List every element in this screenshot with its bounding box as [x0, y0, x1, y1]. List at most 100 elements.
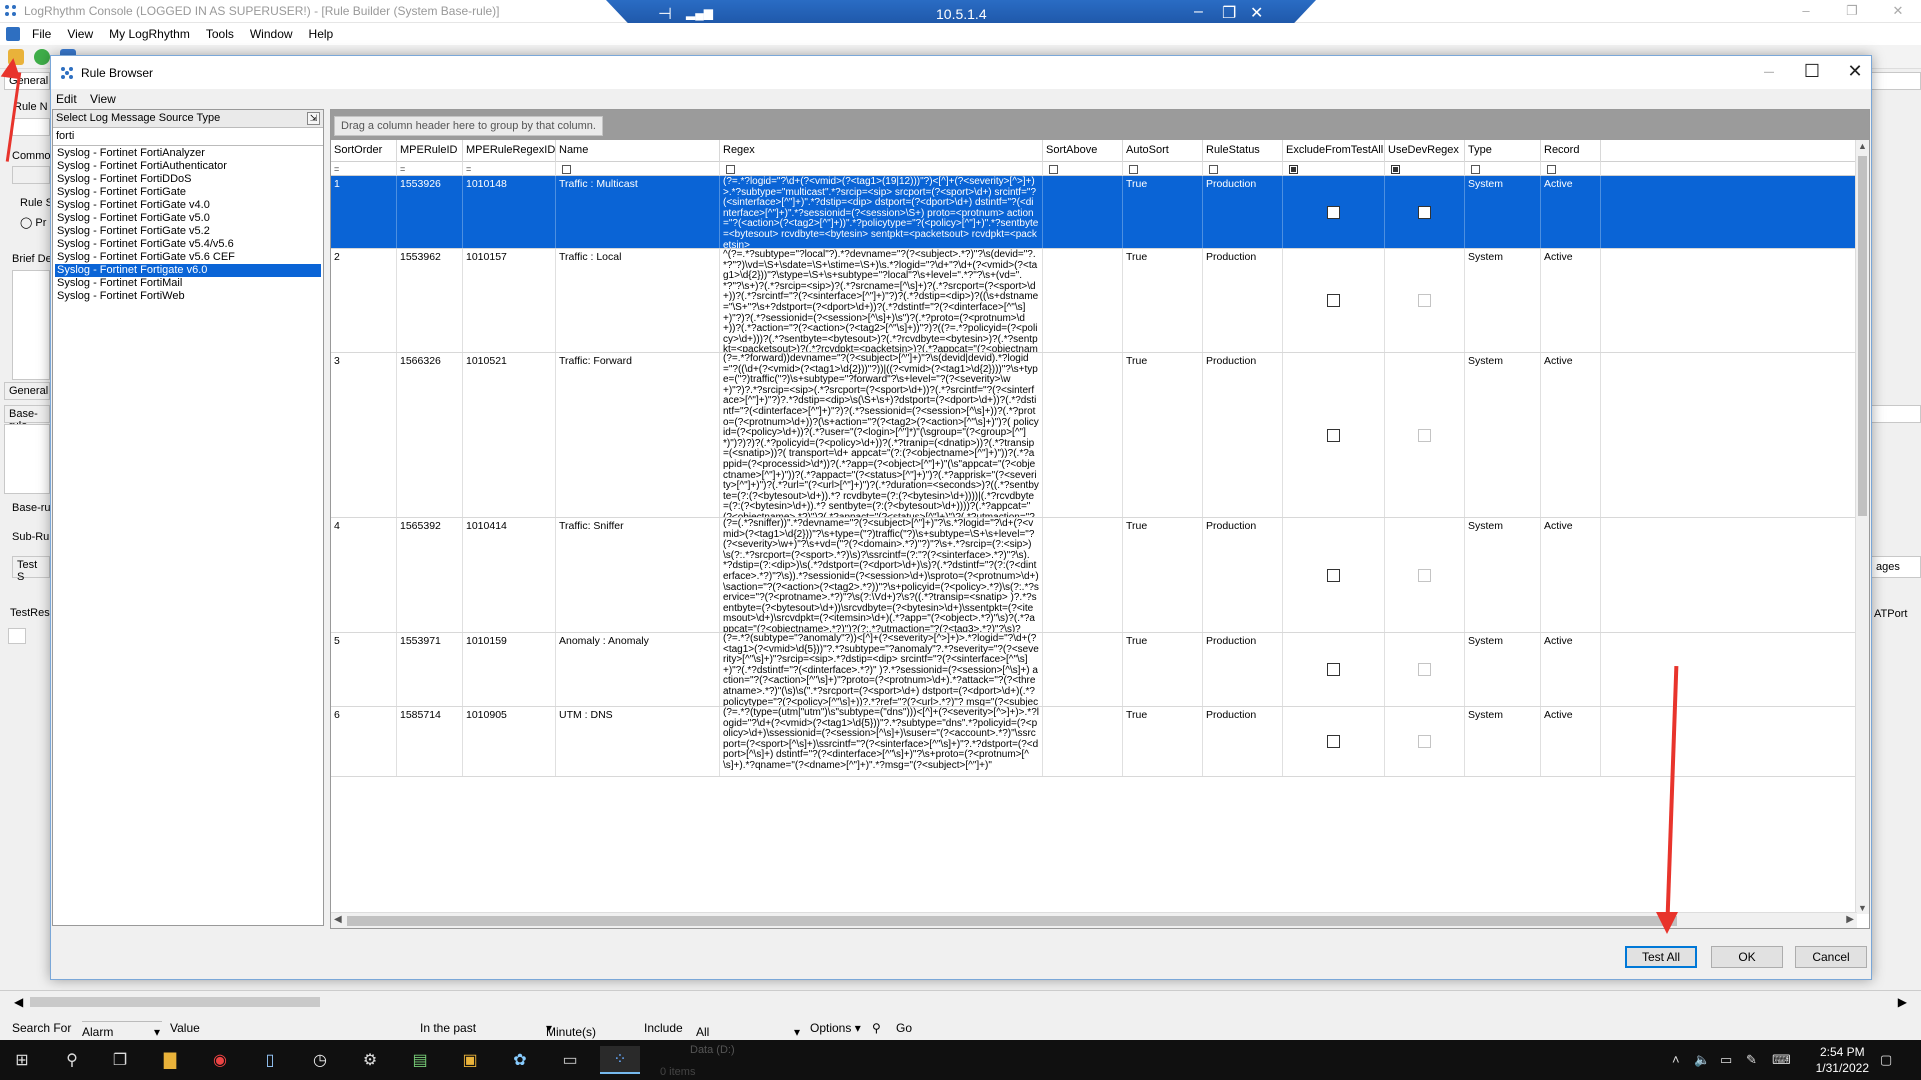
rdp-minimize-button[interactable]: – [1194, 3, 1203, 21]
cell-type[interactable]: System [1465, 633, 1541, 706]
cell-mperuleregexid[interactable]: 1010521 [463, 353, 556, 517]
column-header-mperuleid[interactable]: MPERuleID [397, 140, 463, 162]
use-dev-regex-checkbox[interactable] [1418, 205, 1431, 219]
cell-sortabove[interactable] [1043, 633, 1123, 706]
pen-icon[interactable]: ✎ [1746, 1052, 1757, 1068]
exclude-from-test-all-checkbox[interactable] [1327, 663, 1340, 676]
panel-pin-icon[interactable]: ⇲ [307, 112, 320, 125]
use-dev-regex-checkbox[interactable] [1418, 568, 1431, 582]
filter-checkbox[interactable] [562, 165, 571, 175]
cell-regex[interactable]: (?=.*?forward))devname="?(?<subject>[^"]… [720, 353, 1043, 517]
cell-mperuleid[interactable]: 1553926 [397, 176, 463, 248]
cell-excludefromtestall[interactable] [1283, 518, 1385, 632]
vertical-scroll-thumb[interactable] [1858, 156, 1867, 516]
app-icon-10[interactable]: ▭ [550, 1046, 590, 1074]
exclude-from-test-all-checkbox[interactable] [1327, 568, 1340, 582]
cell-excludefromtestall[interactable] [1283, 353, 1385, 517]
rule-row[interactable]: 1 1553926 1010148 Traffic : Multicast (?=.*?… [331, 176, 1855, 249]
filter-cell-regex[interactable] [720, 162, 1043, 176]
app-menu-icon[interactable] [6, 27, 20, 41]
cell-record[interactable]: Active [1541, 633, 1601, 706]
rule-row[interactable]: 4 1565392 1010414 Traffic: Sniffer (?=(.*?sn… [331, 518, 1855, 633]
cell-usedevregex[interactable] [1385, 518, 1465, 632]
cell-type[interactable]: System [1465, 518, 1541, 632]
taskbar-clock[interactable]: 2:54 PM 1/31/2022 [1816, 1044, 1869, 1076]
filter-cell-name[interactable] [556, 162, 720, 176]
cell-mperuleid[interactable]: 1553971 [397, 633, 463, 706]
status-scroll-left-icon[interactable]: ◀ [14, 995, 23, 1009]
cell-regex[interactable]: (?=.*?(type=(utm|"utm")\s"subtype=("dns"… [720, 707, 1043, 776]
cell-mperuleregexid[interactable]: 1010414 [463, 518, 556, 632]
test-s-button[interactable]: Test S [12, 556, 50, 583]
menu-window[interactable]: Window [242, 27, 301, 41]
chrome-icon[interactable]: ◉ [200, 1046, 240, 1074]
cell-name[interactable]: Traffic : Local [556, 249, 720, 352]
filter-checkbox[interactable] [726, 165, 735, 175]
source-type-item[interactable]: Syslog - Fortinet FortiAnalyzer [55, 147, 321, 160]
source-type-item[interactable]: Syslog - Fortinet FortiGate v4.0 [55, 199, 321, 212]
cell-name[interactable]: Anomaly : Anomaly [556, 633, 720, 706]
filter-checkbox[interactable] [1209, 165, 1218, 175]
rule-row[interactable]: 6 1585714 1010905 UTM : DNS (?=.*?(type=(utm… [331, 707, 1855, 777]
source-type-item[interactable]: Syslog - Fortinet FortiAuthenticator [55, 160, 321, 173]
cell-mperuleregexid[interactable]: 1010159 [463, 633, 556, 706]
cell-mperuleregexid[interactable]: 1010148 [463, 176, 556, 248]
cell-usedevregex[interactable] [1385, 353, 1465, 517]
filter-cell-usedevregex[interactable] [1385, 162, 1465, 176]
filter-checkbox[interactable] [1129, 165, 1138, 175]
cell-usedevregex[interactable] [1385, 249, 1465, 352]
cell-sortabove[interactable] [1043, 176, 1123, 248]
task-view-icon[interactable]: ❐ [100, 1046, 140, 1074]
source-type-item[interactable]: Syslog - Fortinet FortiDDoS [55, 173, 321, 186]
cell-usedevregex[interactable] [1385, 176, 1465, 248]
cell-sortorder[interactable]: 2 [331, 249, 397, 352]
menu-my-logrhythm[interactable]: My LogRhythm [101, 27, 198, 41]
cell-rulestatus[interactable]: Production [1203, 176, 1283, 248]
app-icon-9[interactable]: ✿ [500, 1046, 540, 1074]
settings-icon[interactable]: ⚙ [350, 1046, 390, 1074]
filter-cell-mperuleid[interactable]: = [397, 162, 463, 176]
exclude-from-test-all-checkbox[interactable] [1327, 735, 1340, 748]
column-header-autosort[interactable]: AutoSort [1123, 140, 1203, 162]
exclude-from-test-all-checkbox[interactable] [1327, 428, 1340, 442]
cell-sortorder[interactable]: 4 [331, 518, 397, 632]
cell-type[interactable]: System [1465, 176, 1541, 248]
cell-type[interactable]: System [1465, 707, 1541, 776]
filter-cell-record[interactable] [1541, 162, 1601, 176]
taskbar-search-icon[interactable]: ⚲ [52, 1046, 92, 1074]
scroll-down-icon[interactable]: ▼ [1858, 903, 1867, 913]
filter-checkbox[interactable] [1049, 165, 1058, 175]
dialog-menu-view[interactable]: View [85, 89, 121, 109]
column-header-excludefromtestall[interactable]: ExcludeFromTestAll [1283, 140, 1385, 162]
scroll-right-icon[interactable]: ▶ [1846, 914, 1854, 925]
source-type-item[interactable]: Syslog - Fortinet FortiGate v5.0 [55, 212, 321, 225]
filter-checkbox[interactable] [1547, 165, 1556, 175]
pin-icon[interactable]: ⊣ [658, 4, 672, 24]
base-rule-field[interactable] [4, 424, 50, 494]
filter-checkbox[interactable] [1471, 165, 1480, 175]
column-header-sortabove[interactable]: SortAbove [1043, 140, 1123, 162]
cell-excludefromtestall[interactable] [1283, 707, 1385, 776]
go-button[interactable]: Go [896, 1021, 912, 1035]
cell-mperuleid[interactable]: 1566326 [397, 353, 463, 517]
menu-help[interactable]: Help [301, 27, 342, 41]
cell-autosort[interactable]: True [1123, 518, 1203, 632]
status-scroll-right-icon[interactable]: ▶ [1898, 995, 1907, 1009]
minutes-select[interactable]: Minute(s) ▾ [546, 1021, 596, 1039]
cell-excludefromtestall[interactable] [1283, 633, 1385, 706]
rdp-restore-button[interactable]: ❐ [1222, 3, 1236, 23]
cell-autosort[interactable]: True [1123, 707, 1203, 776]
rdp-close-button[interactable]: ✕ [1250, 3, 1263, 23]
cell-usedevregex[interactable] [1385, 633, 1465, 706]
filter-checkbox[interactable] [1289, 165, 1298, 175]
rule-name-field[interactable] [12, 118, 50, 136]
column-header-type[interactable]: Type [1465, 140, 1541, 162]
menu-tools[interactable]: Tools [198, 27, 242, 41]
cell-sortabove[interactable] [1043, 707, 1123, 776]
use-dev-regex-checkbox[interactable] [1418, 663, 1431, 676]
search-icon[interactable]: ⚲ [872, 1021, 881, 1035]
column-header-rulestatus[interactable]: RuleStatus [1203, 140, 1283, 162]
source-type-item[interactable]: Syslog - Fortinet FortiGate v5.6 CEF [55, 251, 321, 264]
cell-regex[interactable]: (?=.*?logid="?\d+(?<vmid>(?<tag1>(19|12)… [720, 176, 1043, 248]
source-type-item[interactable]: Syslog - Fortinet FortiMail [55, 277, 321, 290]
